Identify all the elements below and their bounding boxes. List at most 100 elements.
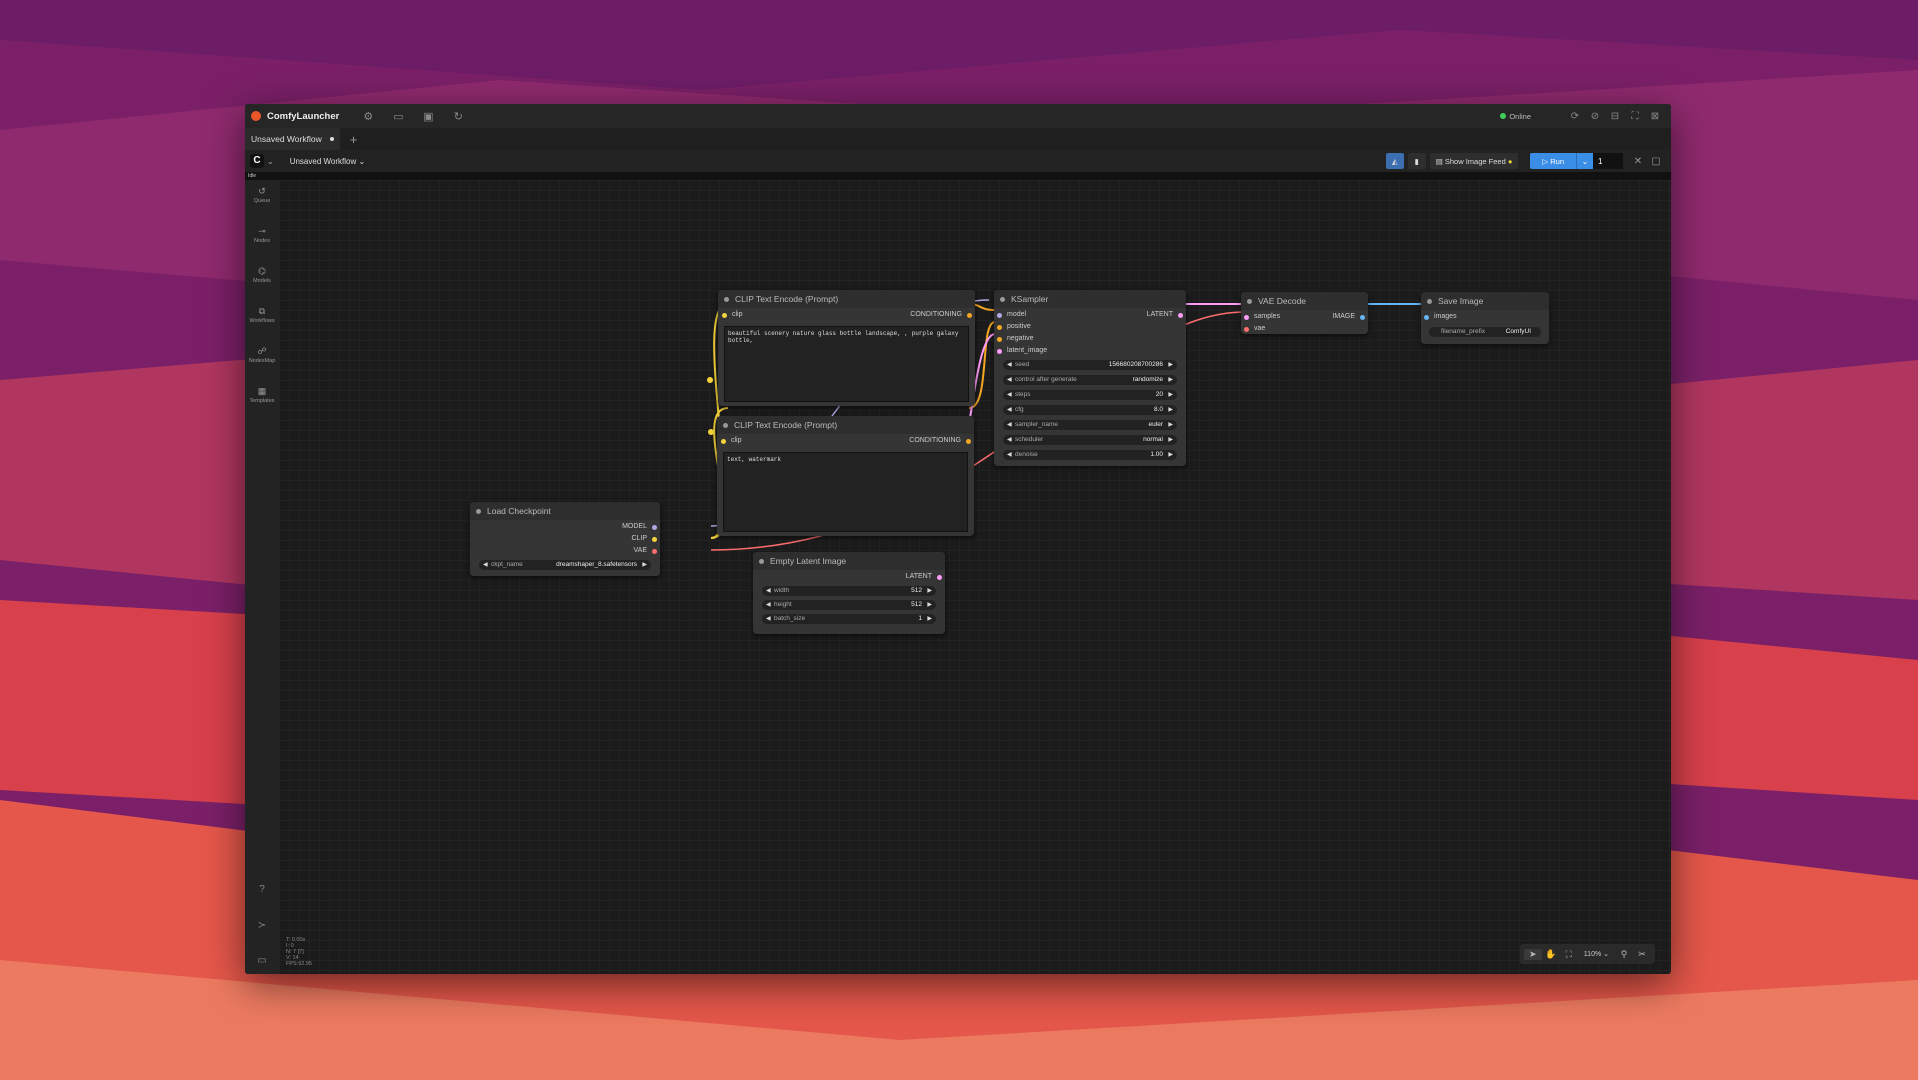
- prompt-textarea[interactable]: text, watermark: [723, 452, 968, 532]
- decrement-icon[interactable]: ◀: [1007, 375, 1012, 385]
- decrement-icon[interactable]: ◀: [1007, 420, 1012, 430]
- steps-widget[interactable]: ◀ steps 20 ▶: [1003, 390, 1177, 400]
- batch-size-widget[interactable]: ◀ batch_size 1 ▶: [762, 614, 936, 624]
- decrement-icon[interactable]: ◀: [1007, 360, 1012, 370]
- node-clip-text-encode-negative[interactable]: CLIP Text Encode (Prompt) clip CONDITION…: [717, 416, 974, 536]
- select-tool-icon[interactable]: ➤: [1523, 948, 1542, 960]
- input-samples[interactable]: samples: [1244, 312, 1280, 322]
- increment-icon[interactable]: ▶: [927, 586, 932, 596]
- input-clip[interactable]: clip: [722, 310, 743, 320]
- input-negative[interactable]: negative: [997, 334, 1033, 344]
- tab-unsaved-workflow[interactable]: Unsaved Workflow: [245, 127, 340, 151]
- panel-toggle-icon[interactable]: ▢: [1647, 156, 1665, 167]
- workflow-menu[interactable]: Unsaved Workflow ⌄: [290, 157, 365, 166]
- denoise-widget[interactable]: ◀ denoise 1.00 ▶: [1003, 450, 1177, 460]
- block-icon[interactable]: ⊘: [1585, 111, 1605, 122]
- sidebar-item-templates[interactable]: ▦ Templates: [245, 386, 279, 404]
- refresh-icon[interactable]: ↻: [447, 110, 469, 123]
- node-collapse-icon[interactable]: [1247, 298, 1252, 304]
- decrement-icon[interactable]: ◀: [483, 560, 488, 570]
- pin-icon[interactable]: ⚲: [1615, 949, 1633, 960]
- sidebar-item-nodesmap[interactable]: ☍ NodesMap: [245, 346, 279, 364]
- node-empty-latent-image[interactable]: Empty Latent Image LATENT ◀ width 512 ▶ ◀ he…: [753, 552, 945, 634]
- increment-icon[interactable]: ▶: [927, 600, 932, 610]
- node-collapse-icon[interactable]: [1427, 298, 1432, 304]
- decrement-icon[interactable]: ◀: [1007, 435, 1012, 445]
- fit-view-icon[interactable]: ⛶: [1560, 949, 1578, 960]
- show-image-feed-button[interactable]: ▤ Show Image Feed ●: [1429, 153, 1519, 169]
- increment-icon[interactable]: ▶: [1168, 360, 1173, 370]
- output-vae[interactable]: VAE: [634, 546, 657, 556]
- sidebar-item-workflows[interactable]: ⧉ Workflows: [245, 306, 279, 324]
- input-images[interactable]: images: [1424, 312, 1457, 322]
- output-latent[interactable]: LATENT: [1147, 310, 1183, 320]
- filename-prefix-widget[interactable]: filename_prefix ComfyUI: [1429, 327, 1541, 337]
- increment-icon[interactable]: ▶: [642, 560, 647, 570]
- maximize-button[interactable]: ⛶: [1625, 111, 1645, 122]
- decrement-icon[interactable]: ◀: [1007, 450, 1012, 460]
- bottom-panel-icon[interactable]: ▭: [245, 955, 279, 966]
- zoom-level[interactable]: 110% ⌄: [1578, 950, 1615, 958]
- prompt-textarea[interactable]: beautiful scenery nature glass bottle la…: [724, 326, 969, 402]
- folder-icon[interactable]: ▭: [387, 110, 409, 123]
- chevron-down-icon[interactable]: ⌄: [267, 157, 274, 166]
- input-positive[interactable]: positive: [997, 322, 1031, 332]
- minimize-button[interactable]: ⊟: [1605, 111, 1625, 122]
- hide-links-icon[interactable]: ✂: [1633, 949, 1651, 960]
- height-widget[interactable]: ◀ height 512 ▶: [762, 600, 936, 610]
- output-conditioning[interactable]: CONDITIONING: [910, 310, 972, 320]
- hand-tool-icon[interactable]: ✋: [1542, 949, 1560, 960]
- node-load-checkpoint[interactable]: Load Checkpoint MODEL CLIP VAE ◀ ckpt_na…: [470, 502, 660, 576]
- node-collapse-icon[interactable]: [1000, 296, 1005, 302]
- node-collapse-icon[interactable]: [723, 422, 728, 428]
- gear-icon[interactable]: ⚙: [357, 110, 379, 123]
- run-options-button[interactable]: ⌄: [1576, 153, 1593, 169]
- increment-icon[interactable]: ▶: [1168, 375, 1173, 385]
- terminal-icon[interactable]: ≻: [245, 920, 279, 931]
- decrement-icon[interactable]: ◀: [766, 600, 771, 610]
- close-icon[interactable]: ✕: [1629, 156, 1647, 167]
- ckpt-name-combo[interactable]: ◀ ckpt_name dreamshaper_8.safetensors ▶: [479, 560, 651, 570]
- increment-icon[interactable]: ▶: [1168, 420, 1173, 430]
- node-vae-decode[interactable]: VAE Decode samples vae IMAGE: [1241, 292, 1368, 334]
- increment-icon[interactable]: ▶: [927, 614, 932, 624]
- node-clip-text-encode-positive[interactable]: CLIP Text Encode (Prompt) clip CONDITION…: [718, 290, 975, 406]
- sidebar-item-nodes[interactable]: ⊸ Nodes: [245, 226, 279, 244]
- decrement-icon[interactable]: ◀: [766, 586, 771, 596]
- sidebar-item-models[interactable]: ⌬ Models: [245, 266, 279, 284]
- decrement-icon[interactable]: ◀: [1007, 405, 1012, 415]
- graph-canvas[interactable]: Load Checkpoint MODEL CLIP VAE ◀ ckpt_na…: [279, 180, 1671, 974]
- help-icon[interactable]: ?: [245, 884, 279, 895]
- batch-count-input[interactable]: 1: [1593, 153, 1623, 169]
- sidebar-item-queue[interactable]: ↺ Queue: [245, 186, 279, 204]
- scheduler-widget[interactable]: ◀ scheduler normal ▶: [1003, 435, 1177, 445]
- close-button[interactable]: ⊠: [1645, 111, 1665, 122]
- increment-icon[interactable]: ▶: [1168, 405, 1173, 415]
- sampler-name-widget[interactable]: ◀ sampler_name euler ▶: [1003, 420, 1177, 430]
- seed-widget[interactable]: ◀ seed 156680208700286 ▶: [1003, 360, 1177, 370]
- control-after-generate-widget[interactable]: ◀ control after generate randomize ▶: [1003, 375, 1177, 385]
- comfy-logo-icon[interactable]: C: [250, 154, 264, 168]
- output-latent[interactable]: LATENT: [906, 572, 942, 582]
- output-image[interactable]: IMAGE: [1332, 312, 1365, 322]
- decrement-icon[interactable]: ◀: [766, 614, 771, 624]
- node-save-image[interactable]: Save Image images filename_prefix ComfyU…: [1421, 292, 1549, 344]
- node-collapse-icon[interactable]: [759, 558, 764, 564]
- decrement-icon[interactable]: ◀: [1007, 390, 1012, 400]
- node-collapse-icon[interactable]: [476, 508, 481, 514]
- run-button[interactable]: ▷ Run: [1530, 153, 1576, 169]
- input-clip[interactable]: clip: [721, 436, 742, 446]
- queue-mode-icon[interactable]: ◭: [1385, 153, 1404, 169]
- output-model[interactable]: MODEL: [622, 522, 657, 532]
- node-collapse-icon[interactable]: [724, 296, 729, 302]
- output-conditioning[interactable]: CONDITIONING: [909, 436, 971, 446]
- node-ksampler[interactable]: KSampler model positive negative latent_…: [994, 290, 1186, 466]
- cfg-widget[interactable]: ◀ cfg 8.0 ▶: [1003, 405, 1177, 415]
- output-clip[interactable]: CLIP: [631, 534, 657, 544]
- save-icon[interactable]: ▣: [417, 110, 439, 123]
- increment-icon[interactable]: ▶: [1168, 390, 1173, 400]
- increment-icon[interactable]: ▶: [1168, 435, 1173, 445]
- reload-icon[interactable]: ⟳: [1565, 111, 1585, 122]
- bookmark-icon[interactable]: ▮: [1407, 153, 1426, 169]
- input-vae[interactable]: vae: [1244, 324, 1265, 334]
